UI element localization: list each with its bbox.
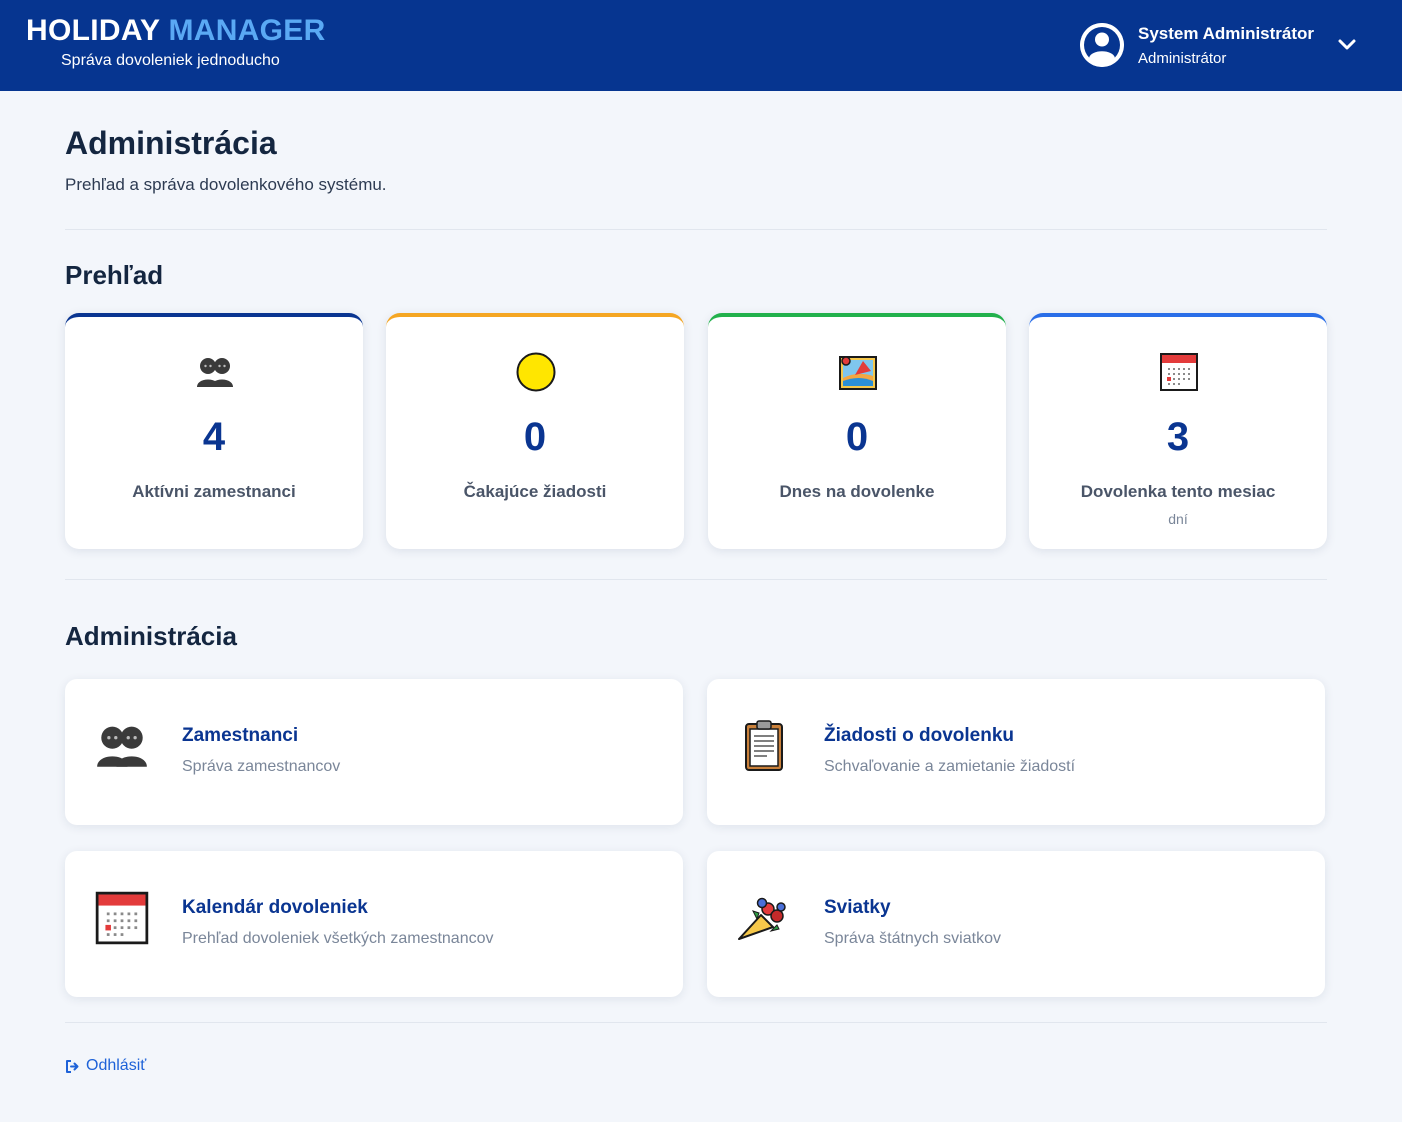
user-circle-icon[interactable] xyxy=(1080,23,1124,67)
stat-unit: dní xyxy=(1168,511,1188,527)
user-role: Administrátor xyxy=(1138,50,1227,67)
page-title: Administrácia xyxy=(65,125,277,161)
admin-card-description: Prehľad dovoleniek všetkých zamestnancov xyxy=(182,930,494,947)
people-icon xyxy=(194,351,236,393)
calendar-icon xyxy=(93,889,151,947)
admin-card-description: Správa štátnych sviatkov xyxy=(824,930,1001,947)
stat-value: 0 xyxy=(523,415,547,459)
top-header: HOLIDAY MANAGER Správa dovoleniek jednod… xyxy=(0,0,1402,91)
brand-word-manager: MANAGER xyxy=(168,14,326,47)
admin-card-description: Schvaľovanie a zamietanie žiadostí xyxy=(824,758,1076,775)
stat-card-on-holiday-today: 0 Dnes na dovolenke xyxy=(708,313,1006,549)
admin-card-employees[interactable]: Zamestnanci Správa zamestnancov xyxy=(65,679,683,825)
stat-value: 3 xyxy=(1166,415,1190,459)
stat-card-active-employees: 4 Aktívni zamestnanci xyxy=(65,313,363,549)
admin-card-leave-requests[interactable]: Žiadosti o dovolenku Schvaľovanie a zami… xyxy=(707,679,1325,825)
admin-card-public-holidays[interactable]: Sviatky Správa štátnych sviatkov xyxy=(707,851,1325,997)
brand-word-holiday: HOLIDAY xyxy=(26,14,160,47)
admin-card-description: Správa zamestnancov xyxy=(182,758,341,775)
divider xyxy=(65,579,1327,580)
sign-out-icon xyxy=(65,1059,80,1074)
user-name: System Administrátor xyxy=(1138,24,1315,43)
stat-label: Čakajúce žiadosti xyxy=(463,482,607,501)
beach-picture-icon xyxy=(837,351,879,393)
people-icon xyxy=(93,717,151,775)
admin-card-holiday-calendar[interactable]: Kalendár dovoleniek Prehľad dovoleniek v… xyxy=(65,851,683,997)
admin-card-title: Žiadosti o dovolenku xyxy=(824,725,1015,746)
brand-tagline: Správa dovoleniek jednoducho xyxy=(61,52,280,69)
stat-label: Dnes na dovolenke xyxy=(779,482,935,501)
stat-card-holiday-this-month: 3 Dovolenka tento mesiac dní xyxy=(1029,313,1327,549)
logout-link[interactable]: Odhlásiť xyxy=(65,1056,146,1076)
divider xyxy=(65,1022,1327,1023)
bouquet-icon xyxy=(735,889,793,947)
stat-label: Aktívni zamestnanci xyxy=(132,482,296,501)
yellow-circle-icon xyxy=(515,351,557,393)
admin-card-title: Sviatky xyxy=(824,897,891,918)
clipboard-icon xyxy=(735,717,793,775)
stat-label: Dovolenka tento mesiac xyxy=(1080,482,1276,501)
stat-value: 4 xyxy=(202,415,226,459)
admin-card-title: Kalendár dovoleniek xyxy=(182,897,368,918)
stat-card-pending-requests: 0 Čakajúce žiadosti xyxy=(386,313,684,549)
brand[interactable]: HOLIDAY MANAGER Správa dovoleniek jednod… xyxy=(26,14,326,71)
overview-section-title: Prehľad xyxy=(65,260,164,290)
admin-card-title: Zamestnanci xyxy=(182,725,299,746)
chevron-down-icon[interactable] xyxy=(1336,36,1358,54)
user-info[interactable]: System Administrátor Administrátor xyxy=(1138,24,1314,69)
page-description: Prehľad a správa dovolenkového systému. xyxy=(65,175,387,194)
calendar-icon xyxy=(1158,351,1200,393)
stat-value: 0 xyxy=(845,415,869,459)
logout-label: Odhlásiť xyxy=(86,1057,147,1074)
divider xyxy=(65,229,1327,230)
admin-section-title: Administrácia xyxy=(65,621,237,651)
brand-title: HOLIDAY MANAGER xyxy=(26,14,326,48)
